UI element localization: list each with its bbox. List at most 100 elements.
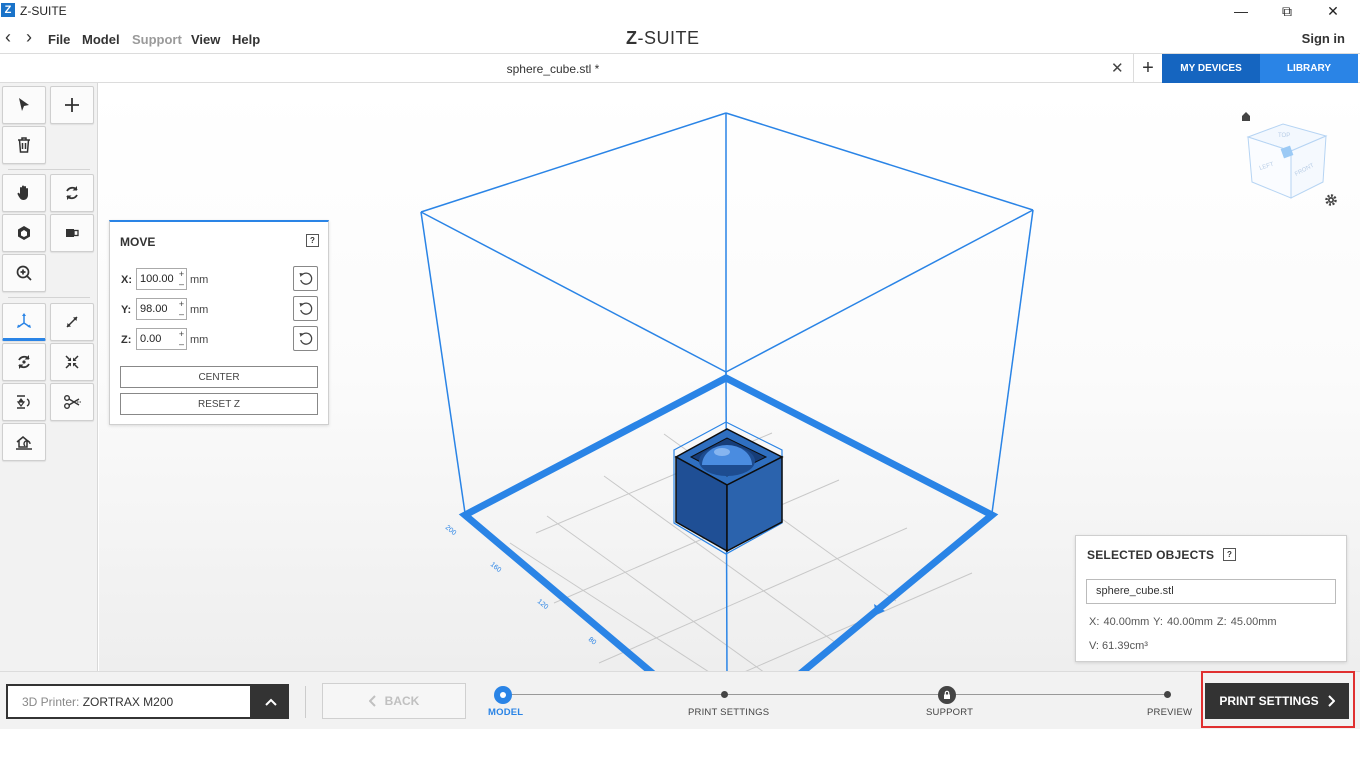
trash-icon [18, 137, 30, 153]
step-print-settings-dot[interactable] [721, 691, 728, 698]
step-preview-label[interactable]: PREVIEW [1147, 707, 1192, 718]
mirror-tool-button[interactable] [2, 383, 46, 421]
cube-view-icon [18, 226, 30, 240]
cube-label-top: TOP [1278, 133, 1290, 139]
minimize-button[interactable]: — [1218, 0, 1264, 22]
x-coordinate-input[interactable]: 100.00 [136, 268, 178, 290]
close-window-button[interactable]: ✕ [1310, 0, 1356, 22]
menu-file[interactable]: File [48, 32, 70, 47]
workflow-progress-line [503, 694, 1167, 695]
chevron-up-icon [264, 698, 277, 706]
brand-mark: Z [626, 28, 638, 48]
axis-ticks: 200 160 120 80 [444, 524, 598, 646]
rotate-icon [18, 355, 30, 369]
z-coordinate-input[interactable]: 0.00 [136, 328, 178, 350]
close-tab-icon[interactable]: ✕ [1111, 59, 1124, 77]
y-stepper[interactable]: + – [177, 298, 187, 320]
stepper-up-icon[interactable]: + [177, 329, 186, 339]
step-support-dot[interactable] [938, 686, 956, 704]
view-settings-gear-icon[interactable] [1325, 194, 1337, 206]
toolbar-divider [8, 169, 90, 170]
reset-y-button[interactable] [293, 296, 318, 321]
mirror-icon [16, 395, 30, 409]
stepper-down-icon[interactable]: – [177, 279, 186, 289]
move-help-icon[interactable]: ? [306, 234, 319, 247]
menu-model[interactable]: Model [82, 32, 120, 47]
step-model-label[interactable]: MODEL [488, 707, 523, 718]
printer-selector[interactable]: 3D Printer: ZORTRAX M200 [6, 684, 252, 719]
menu-bar: ‹ › File Model Support View Help Z-SUITE… [0, 22, 1360, 54]
select-tool-button[interactable] [2, 86, 46, 124]
selected-file-name[interactable]: sphere_cube.stl [1086, 579, 1336, 604]
selected-volume: V: 61.39cm³ [1089, 640, 1148, 652]
my-devices-button[interactable]: MY DEVICES [1162, 54, 1260, 83]
move-panel-title: MOVE [120, 235, 156, 249]
center-button[interactable]: CENTER [120, 366, 318, 388]
stepper-down-icon[interactable]: – [177, 339, 186, 349]
delete-button[interactable] [2, 126, 46, 164]
step-model-dot[interactable] [494, 686, 512, 704]
menu-support[interactable]: Support [132, 32, 182, 47]
selected-dimensions: X: 40.00mm Y: 40.00mm Z: 45.00mm [1089, 616, 1277, 628]
add-model-button[interactable] [50, 86, 94, 124]
printer-label: 3D Printer: [22, 695, 80, 709]
reset-icon [299, 272, 312, 285]
shrink-tool-button[interactable] [50, 343, 94, 381]
app-logo-icon: Z [1, 3, 15, 17]
stepper-down-icon[interactable]: – [177, 309, 186, 319]
rotate-view-button[interactable] [50, 174, 94, 212]
shrink-icon [65, 355, 79, 369]
axis-tick-label: 200 [444, 524, 458, 537]
axis-tick-label: 120 [536, 598, 550, 611]
tab-sphere-cube[interactable]: sphere_cube.stl * [470, 62, 636, 76]
cube-view-button[interactable] [2, 214, 46, 252]
home-view-icon[interactable] [1242, 112, 1250, 121]
view-cube-graphic: TOP LEFT FRONT [1242, 112, 1337, 206]
menu-view[interactable]: View [191, 32, 220, 47]
printer-dropdown-toggle[interactable] [252, 684, 289, 719]
left-toolbar [0, 83, 98, 671]
back-button[interactable]: BACK [322, 683, 466, 719]
bottom-bar: 3D Printer: ZORTRAX M200 BACK MODEL PRIN… [0, 671, 1360, 729]
nav-forward-icon[interactable]: › [26, 27, 32, 48]
step-support-label[interactable]: SUPPORT [926, 707, 973, 718]
zoom-button[interactable] [2, 254, 46, 292]
reset-z-button[interactable]: RESET Z [120, 393, 318, 415]
pan-tool-button[interactable] [2, 174, 46, 212]
new-tab-button[interactable]: + [1134, 54, 1162, 83]
selected-objects-title: SELECTED OBJECTS [1087, 548, 1215, 562]
step-print-settings-label[interactable]: PRINT SETTINGS [688, 707, 769, 718]
selected-help-icon[interactable]: ? [1223, 548, 1236, 561]
side-view-button[interactable] [50, 214, 94, 252]
library-button[interactable]: LIBRARY [1260, 54, 1358, 83]
brand-logo: Z-SUITE [626, 28, 700, 49]
maximize-button[interactable]: ⧉ [1264, 0, 1310, 22]
reset-z-icon-button[interactable] [293, 326, 318, 351]
build-volume-frame [420, 112, 1034, 671]
rotate-tool-button[interactable] [2, 343, 46, 381]
scissors-icon [64, 395, 81, 409]
stepper-up-icon[interactable]: + [177, 299, 186, 309]
reset-x-button[interactable] [293, 266, 318, 291]
step-preview-dot[interactable] [1164, 691, 1171, 698]
scale-tool-button[interactable] [50, 303, 94, 341]
stepper-up-icon[interactable]: + [177, 269, 186, 279]
y-unit: mm [190, 304, 209, 316]
model-sphere-cube[interactable] [674, 428, 784, 553]
view-cube[interactable]: TOP LEFT FRONT [1238, 110, 1348, 215]
menu-help[interactable]: Help [232, 32, 260, 47]
move-axes-icon [17, 313, 31, 328]
x-stepper[interactable]: + – [177, 268, 187, 290]
place-on-bed-button[interactable] [2, 423, 46, 461]
sign-in-link[interactable]: Sign in [1302, 31, 1345, 46]
move-tool-button[interactable] [2, 303, 46, 341]
side-view-icon [66, 229, 79, 237]
nav-back-icon[interactable]: ‹ [5, 27, 11, 48]
cut-tool-button[interactable] [50, 383, 94, 421]
zoom-icon [16, 265, 32, 281]
hand-icon [17, 185, 28, 200]
print-settings-highlight [1201, 671, 1355, 728]
y-coordinate-input[interactable]: 98.00 [136, 298, 178, 320]
z-stepper[interactable]: + – [177, 328, 187, 350]
move-panel: MOVE ? X: 100.00 + – mm Y: 98.00 + – mm Z:… [109, 220, 329, 425]
